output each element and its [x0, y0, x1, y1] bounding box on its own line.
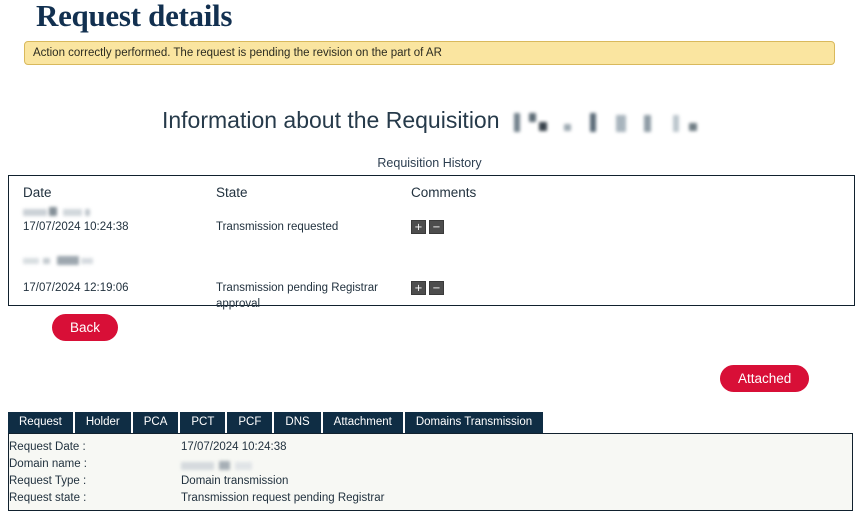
requisition-heading: Information about the Requisition: [0, 107, 859, 135]
column-header-date: Date: [23, 185, 52, 200]
detail-value: Transmission request pending Registrar: [181, 492, 385, 504]
requisition-history-table: Date State Comments 17/07/2024 10:24:38: [8, 175, 855, 310]
column-header-state: State: [216, 185, 248, 200]
tab-domains-transmission[interactable]: Domains Transmission: [404, 412, 544, 433]
table-header-row: Date State Comments: [9, 176, 854, 204]
detail-label: Domain name :: [9, 458, 87, 470]
tab-dns[interactable]: DNS: [274, 412, 321, 433]
attached-button[interactable]: Attached: [720, 365, 810, 392]
request-detail-panel: Request Date : 17/07/2024 10:24:38 Domai…: [8, 433, 853, 511]
state-value: Transmission pending Registrar approval: [216, 282, 378, 310]
tab-pca[interactable]: PCA: [132, 412, 179, 433]
column-header-comments: Comments: [411, 185, 477, 200]
comment-expand-button[interactable]: +: [411, 281, 426, 295]
table-row: 17/07/2024 10:24:38 Transmission request…: [9, 204, 854, 253]
tab-pcf[interactable]: PCF: [227, 412, 273, 433]
table-row: 17/07/2024 12:19:06 Transmission pending…: [9, 253, 854, 312]
cell-state: Transmission requested: [216, 204, 411, 253]
detail-label: Request Date :: [9, 441, 86, 453]
back-button[interactable]: Back: [52, 314, 119, 341]
tab-holder[interactable]: Holder: [74, 412, 131, 433]
detail-label: Request state :: [9, 492, 87, 504]
detail-value-redacted: [181, 457, 852, 474]
detail-row-request-date: Request Date : 17/07/2024 10:24:38: [9, 440, 852, 457]
page-title: Request details: [36, 0, 233, 33]
comment-collapse-button[interactable]: −: [429, 281, 444, 295]
cell-state: Transmission pending Registrar approval: [216, 253, 411, 312]
detail-row-request-state: Request state : Transmission request pen…: [9, 491, 852, 508]
redacted-date-label: [23, 255, 216, 265]
comment-collapse-button[interactable]: −: [429, 220, 444, 234]
redacted-date-label: [23, 206, 216, 216]
requisition-heading-text: Information about the Requisition: [161, 107, 500, 133]
tab-pct[interactable]: PCT: [180, 412, 226, 433]
tab-attachment[interactable]: Attachment: [322, 412, 403, 433]
tab-request[interactable]: Request: [8, 412, 73, 433]
requisition-number-redacted: [513, 107, 698, 134]
status-alert: Action correctly performed. The request …: [24, 41, 835, 65]
detail-label: Request Type :: [9, 475, 87, 487]
detail-row-domain-name: Domain name :: [9, 457, 852, 474]
detail-row-request-type: Request Type : Domain transmission: [9, 474, 852, 491]
cell-date: 17/07/2024 10:24:38: [9, 204, 216, 253]
requisition-history-caption: Requisition History: [377, 156, 482, 170]
detail-value: 17/07/2024 10:24:38: [181, 441, 287, 453]
date-value: 17/07/2024 12:19:06: [23, 282, 129, 294]
cell-comments: + −: [411, 204, 854, 253]
alert-message: Action correctly performed. The request …: [33, 47, 442, 59]
state-value: Transmission requested: [216, 221, 339, 233]
date-value: 17/07/2024 10:24:38: [23, 221, 129, 233]
comment-expand-button[interactable]: +: [411, 220, 426, 234]
cell-date: 17/07/2024 12:19:06: [9, 253, 216, 312]
tab-bar: Request Holder PCA PCT PCF DNS Attachmen…: [8, 412, 544, 433]
cell-comments: + −: [411, 253, 854, 312]
detail-value: Domain transmission: [181, 475, 289, 487]
